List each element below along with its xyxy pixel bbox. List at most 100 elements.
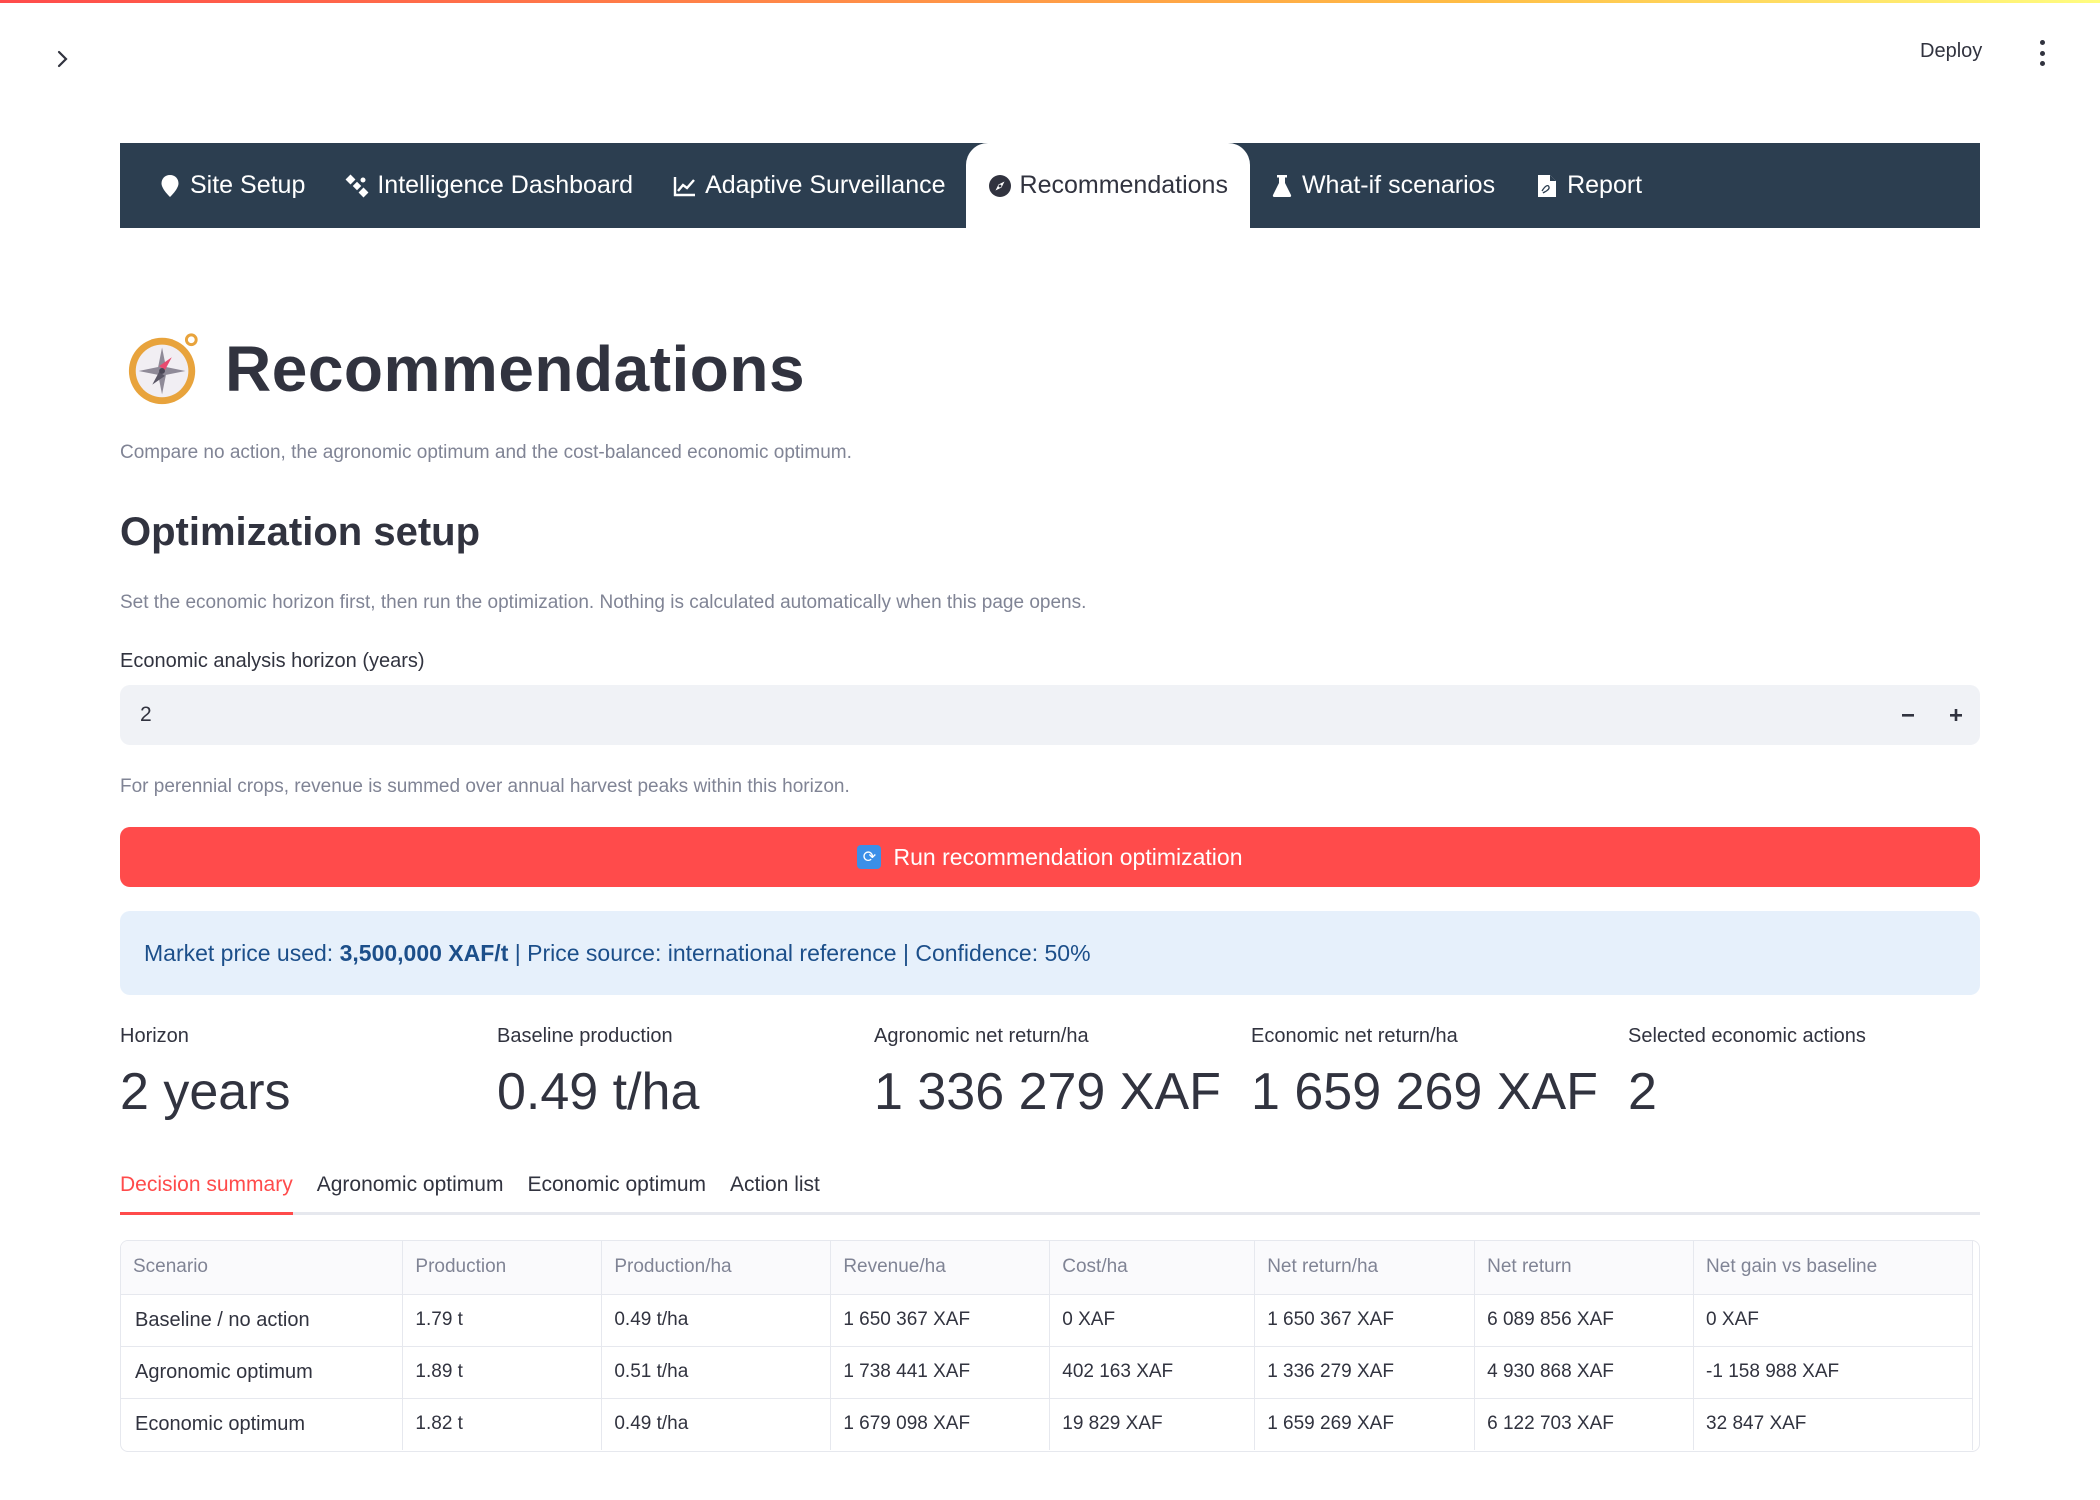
table-cell[interactable]: 0.49 t/ha bbox=[601, 1294, 832, 1347]
metric-value: 1 659 269 XAF bbox=[1251, 1063, 1598, 1121]
metric-horizon: Horizon 2 years bbox=[120, 1025, 291, 1122]
results-tabs: Decision summary Agronomic optimum Econo… bbox=[120, 1165, 1980, 1215]
horizon-label: Economic analysis horizon (years) bbox=[120, 650, 425, 672]
table-row: Economic optimum 1.82 t 0.49 t/ha 1 679 … bbox=[121, 1398, 1973, 1450]
table-cell[interactable]: 1.82 t bbox=[402, 1398, 603, 1450]
compass-icon bbox=[988, 174, 1012, 198]
metric-label: Economic net return/ha bbox=[1251, 1025, 1458, 1047]
tab-label: Intelligence Dashboard bbox=[377, 171, 634, 199]
increment-button[interactable] bbox=[1932, 685, 1980, 745]
main-menu-button[interactable] bbox=[2030, 40, 2054, 66]
tab-action-list[interactable]: Action list bbox=[730, 1165, 820, 1215]
column-header[interactable]: Revenue/ha bbox=[830, 1241, 1051, 1295]
chevron-right-icon bbox=[57, 50, 68, 68]
tab-decision-summary[interactable]: Decision summary bbox=[120, 1165, 293, 1215]
column-header[interactable]: Net return/ha bbox=[1254, 1241, 1476, 1295]
table-cell[interactable]: 19 829 XAF bbox=[1049, 1398, 1256, 1450]
market-price-info: Market price used: 3,500,000 XAF/t | Pri… bbox=[120, 911, 1980, 995]
metric-economic-net-return: Economic net return/ha 1 659 269 XAF bbox=[1251, 1025, 1598, 1122]
horizon-help-text: For perennial crops, revenue is summed o… bbox=[120, 776, 850, 797]
table-cell[interactable]: 1 650 367 XAF bbox=[830, 1294, 1051, 1347]
top-navigation: Site Setup Intelligence Dashboard Adapti… bbox=[120, 143, 1980, 228]
run-optimization-button[interactable]: ⟳ Run recommendation optimization bbox=[120, 827, 1980, 887]
dot bbox=[2039, 50, 2045, 56]
column-header[interactable]: Net gain vs baseline bbox=[1693, 1241, 1973, 1295]
optimization-setup-heading: Optimization setup bbox=[120, 510, 480, 554]
tab-site-setup[interactable]: Site Setup bbox=[138, 143, 325, 228]
pdf-file-icon bbox=[1535, 174, 1559, 198]
metric-label: Agronomic net return/ha bbox=[874, 1025, 1089, 1047]
tab-label: Report bbox=[1567, 171, 1643, 199]
tab-what-if-scenarios[interactable]: What-if scenarios bbox=[1250, 143, 1515, 228]
page-subtitle: Compare no action, the agronomic optimum… bbox=[120, 442, 852, 463]
satellite-icon bbox=[345, 174, 369, 198]
tab-label: What-if scenarios bbox=[1301, 171, 1496, 199]
page-header: Recommendations bbox=[125, 330, 805, 408]
table-cell[interactable]: 0 XAF bbox=[1693, 1294, 1973, 1347]
decrement-button[interactable] bbox=[1884, 685, 1932, 745]
metric-value: 2 bbox=[1628, 1063, 1657, 1121]
minus-icon bbox=[1902, 714, 1914, 717]
horizon-number-input[interactable]: 2 bbox=[120, 685, 1980, 745]
metric-agronomic-net-return: Agronomic net return/ha 1 336 279 XAF bbox=[874, 1025, 1221, 1122]
deploy-button[interactable]: Deploy bbox=[1920, 40, 1982, 63]
table-cell[interactable]: 1 336 279 XAF bbox=[1254, 1346, 1476, 1399]
dot bbox=[2039, 40, 2045, 45]
tab-adaptive-surveillance[interactable]: Adaptive Surveillance bbox=[653, 143, 965, 228]
table-cell[interactable]: 0.51 t/ha bbox=[601, 1346, 832, 1399]
tab-label: Adaptive Surveillance bbox=[705, 171, 946, 199]
table-cell[interactable]: -1 158 988 XAF bbox=[1693, 1346, 1973, 1399]
tab-agronomic-optimum[interactable]: Agronomic optimum bbox=[317, 1165, 504, 1215]
tab-intelligence-dashboard[interactable]: Intelligence Dashboard bbox=[325, 143, 653, 228]
table-cell[interactable]: 1 679 098 XAF bbox=[830, 1398, 1051, 1450]
table-cell[interactable]: 0 XAF bbox=[1049, 1294, 1256, 1347]
metric-baseline-production: Baseline production 0.49 t/ha bbox=[497, 1025, 699, 1122]
info-suffix: | Price source: international reference … bbox=[508, 939, 1091, 966]
metric-value: 0.49 t/ha bbox=[497, 1063, 700, 1121]
table-cell[interactable]: Economic optimum bbox=[121, 1398, 404, 1450]
compass-icon bbox=[128, 333, 198, 405]
plus-icon bbox=[1950, 709, 1962, 721]
column-header[interactable]: Production bbox=[402, 1241, 603, 1295]
table-cell[interactable]: 32 847 XAF bbox=[1693, 1398, 1973, 1450]
table-cell[interactable]: Baseline / no action bbox=[121, 1294, 404, 1347]
decision-summary-table[interactable]: Scenario Production Production/ha Revenu… bbox=[120, 1240, 1980, 1452]
table-row: Baseline / no action 1.79 t 0.49 t/ha 1 … bbox=[121, 1294, 1973, 1347]
metric-label: Baseline production bbox=[497, 1025, 673, 1047]
column-header[interactable]: Production/ha bbox=[601, 1241, 832, 1295]
table-cell[interactable]: 4 930 868 XAF bbox=[1474, 1346, 1695, 1399]
table-cell[interactable]: 1 659 269 XAF bbox=[1254, 1398, 1476, 1450]
tab-label: Site Setup bbox=[190, 171, 306, 199]
column-header[interactable]: Net return bbox=[1474, 1241, 1695, 1295]
tab-recommendations[interactable]: Recommendations bbox=[965, 143, 1250, 228]
metric-label: Selected economic actions bbox=[1628, 1025, 1866, 1047]
page-title: Recommendations bbox=[225, 333, 806, 405]
info-prefix: Market price used: bbox=[144, 939, 340, 966]
column-header[interactable]: Scenario bbox=[121, 1241, 404, 1295]
chart-line-icon bbox=[673, 174, 697, 198]
column-header[interactable]: Cost/ha bbox=[1049, 1241, 1256, 1295]
table-cell[interactable]: Agronomic optimum bbox=[121, 1346, 404, 1399]
metric-label: Horizon bbox=[120, 1025, 189, 1047]
table-cell[interactable]: 402 163 XAF bbox=[1049, 1346, 1256, 1399]
metric-value: 1 336 279 XAF bbox=[874, 1063, 1221, 1121]
map-pin-icon bbox=[158, 174, 182, 198]
setup-description: Set the economic horizon first, then run… bbox=[120, 592, 1087, 613]
tab-label: Recommendations bbox=[1019, 171, 1228, 199]
metric-value: 2 years bbox=[120, 1063, 291, 1121]
market-price-value: 3,500,000 XAF/t bbox=[339, 939, 509, 966]
table-cell[interactable]: 1.89 t bbox=[402, 1346, 603, 1399]
table-cell[interactable]: 1 650 367 XAF bbox=[1254, 1294, 1476, 1347]
table-header-row: Scenario Production Production/ha Revenu… bbox=[121, 1241, 1973, 1295]
flask-icon bbox=[1270, 174, 1294, 198]
table-cell[interactable]: 6 122 703 XAF bbox=[1474, 1398, 1695, 1450]
table-cell[interactable]: 0.49 t/ha bbox=[601, 1398, 832, 1450]
tab-economic-optimum[interactable]: Economic optimum bbox=[527, 1165, 706, 1215]
table-row: Agronomic optimum 1.89 t 0.51 t/ha 1 738… bbox=[121, 1346, 1973, 1399]
table-cell[interactable]: 1.79 t bbox=[402, 1294, 603, 1347]
table-cell[interactable]: 1 738 441 XAF bbox=[830, 1346, 1051, 1399]
sidebar-expand-button[interactable] bbox=[52, 48, 74, 70]
horizon-value[interactable]: 2 bbox=[140, 703, 152, 727]
tab-report[interactable]: Report bbox=[1515, 143, 1662, 228]
table-cell[interactable]: 6 089 856 XAF bbox=[1474, 1294, 1695, 1347]
